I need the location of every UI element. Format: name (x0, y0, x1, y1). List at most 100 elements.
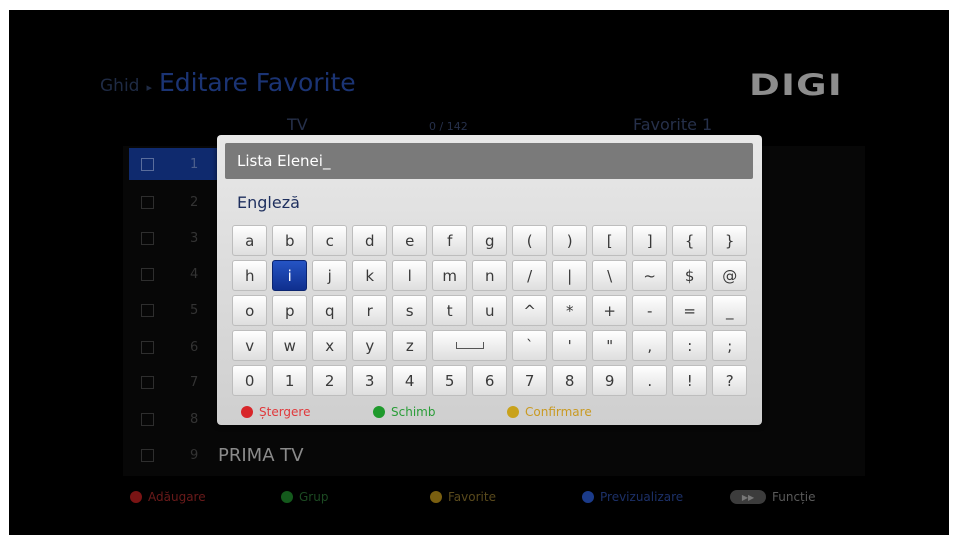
channel-row[interactable]: 9 PRIMA TV (129, 439, 329, 471)
fast-forward-icon: ▶▶ (730, 490, 766, 504)
red-button-icon (241, 406, 253, 418)
legend-function[interactable]: ▶▶ Funcție (730, 490, 815, 504)
key[interactable]: ; (712, 330, 748, 361)
row-checkbox[interactable] (141, 195, 154, 209)
key-selected[interactable]: i (272, 260, 308, 291)
name-input[interactable]: Lista Elenei_ (225, 143, 753, 179)
key[interactable]: \ (592, 260, 628, 291)
key[interactable]: g (472, 225, 508, 256)
key[interactable]: k (352, 260, 388, 291)
key[interactable]: r (352, 295, 388, 326)
key[interactable]: l (392, 260, 428, 291)
row-checkbox[interactable] (141, 340, 154, 354)
key[interactable]: . (632, 365, 668, 396)
legend-group[interactable]: Grup (281, 490, 328, 504)
legend-preview[interactable]: Previzualizare (582, 490, 683, 504)
channel-number: 1 (190, 156, 199, 172)
channel-number: 7 (190, 374, 199, 390)
key[interactable]: ? (712, 365, 748, 396)
legend-favorite[interactable]: Favorite (430, 490, 496, 504)
key[interactable]: ) (552, 225, 588, 256)
key[interactable]: ! (672, 365, 708, 396)
tv-screen: Ghid ▸ Editare Favorite DIGI TV 0 / 142 … (9, 10, 949, 535)
key[interactable]: h (232, 260, 268, 291)
legend-label: Adăugare (148, 490, 206, 504)
key[interactable]: d (352, 225, 388, 256)
key[interactable]: s (392, 295, 428, 326)
key[interactable]: v (232, 330, 268, 361)
key[interactable]: j (312, 260, 348, 291)
key[interactable]: o (232, 295, 268, 326)
legend-switch[interactable]: Schimb (373, 405, 435, 419)
key[interactable]: a (232, 225, 268, 256)
key[interactable]: e (392, 225, 428, 256)
legend-label: Previzualizare (600, 490, 684, 504)
legend-add[interactable]: Adăugare (130, 490, 206, 504)
row-checkbox[interactable] (141, 448, 154, 462)
key[interactable]: n (472, 260, 508, 291)
legend-confirm[interactable]: Confirmare (507, 405, 592, 419)
key[interactable]: 3 (352, 365, 388, 396)
key[interactable]: { (672, 225, 708, 256)
key[interactable]: z (392, 330, 428, 361)
key[interactable]: u (472, 295, 508, 326)
key[interactable]: 2 (312, 365, 348, 396)
on-screen-keyboard: a b c d e f g ( ) [ ] { } h i j k l m n … (232, 225, 752, 400)
key[interactable]: / (512, 260, 548, 291)
key[interactable]: * (552, 295, 588, 326)
key[interactable]: - (632, 295, 668, 326)
legend-delete[interactable]: Ștergere (241, 405, 310, 419)
key[interactable]: $ (672, 260, 708, 291)
key[interactable]: 4 (392, 365, 428, 396)
breadcrumb: Ghid ▸ Editare Favorite (100, 68, 356, 97)
key[interactable]: , (632, 330, 668, 361)
key[interactable]: w (272, 330, 308, 361)
key[interactable]: ~ (632, 260, 668, 291)
key[interactable]: 8 (552, 365, 588, 396)
channel-row[interactable]: 1 (129, 148, 224, 180)
key[interactable]: + (592, 295, 628, 326)
key[interactable]: 7 (512, 365, 548, 396)
row-checkbox[interactable] (141, 412, 154, 426)
keyboard-language[interactable]: Engleză (237, 193, 300, 212)
row-checkbox[interactable] (141, 157, 154, 171)
key[interactable]: t (432, 295, 468, 326)
key[interactable]: ` (511, 330, 548, 361)
legend-label: Schimb (391, 405, 436, 419)
key[interactable]: y (352, 330, 388, 361)
key[interactable]: 6 (472, 365, 508, 396)
key[interactable]: c (312, 225, 348, 256)
key[interactable]: q (312, 295, 348, 326)
key[interactable]: ^ (512, 295, 548, 326)
key[interactable]: x (312, 330, 348, 361)
favorites-count: 0 / 142 (429, 120, 468, 133)
key[interactable]: f (432, 225, 468, 256)
key[interactable]: @ (712, 260, 748, 291)
key[interactable]: p (272, 295, 308, 326)
legend-label: Confirmare (525, 405, 592, 419)
key[interactable]: m (432, 260, 468, 291)
key[interactable]: = (672, 295, 708, 326)
key[interactable]: [ (592, 225, 628, 256)
row-checkbox[interactable] (141, 267, 154, 281)
key[interactable]: ] (632, 225, 668, 256)
key[interactable]: 9 (592, 365, 628, 396)
key[interactable]: } (712, 225, 748, 256)
key[interactable]: 5 (432, 365, 468, 396)
key[interactable]: ' (552, 330, 588, 361)
space-key[interactable] (432, 330, 508, 361)
row-checkbox[interactable] (141, 303, 154, 317)
channel-number: 9 (190, 447, 199, 463)
blue-button-icon (582, 491, 594, 503)
key[interactable]: 1 (272, 365, 308, 396)
key[interactable]: b (272, 225, 308, 256)
key[interactable]: _ (712, 295, 748, 326)
key[interactable]: ( (512, 225, 548, 256)
breadcrumb-parent[interactable]: Ghid (100, 76, 139, 96)
key[interactable]: : (672, 330, 708, 361)
row-checkbox[interactable] (141, 231, 154, 245)
key[interactable]: 0 (232, 365, 268, 396)
key[interactable]: " (592, 330, 628, 361)
key[interactable]: | (552, 260, 588, 291)
row-checkbox[interactable] (141, 375, 154, 389)
